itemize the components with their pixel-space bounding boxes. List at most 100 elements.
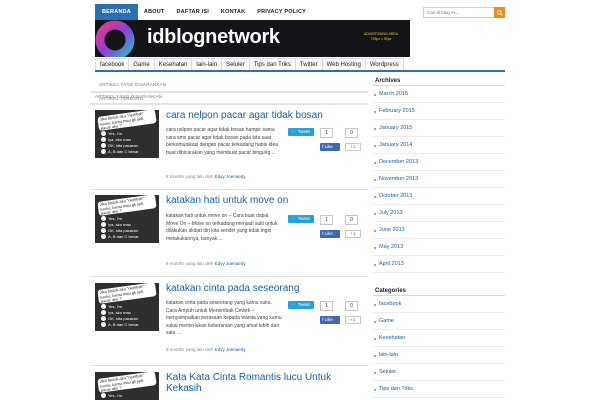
logo-ring-icon [95, 20, 135, 57]
thumb-option: A, B dan C benar [108, 322, 139, 327]
tweet-button[interactable]: 🐦 Tweet [288, 128, 314, 136]
divider [90, 276, 368, 277]
gplus-button[interactable]: +1 [345, 316, 361, 324]
article-meta: 9 months yang lalu oleh Edyy Joenaedy [166, 347, 246, 352]
cat-twitter[interactable]: Twitter [294, 58, 323, 70]
divider [90, 92, 368, 93]
divider [90, 104, 368, 105]
article-meta: 8 months yang lalu oleh Edyy Joenaedy [166, 174, 246, 179]
fb-like-button[interactable]: f Like [320, 316, 340, 324]
twitter-icon: 🐦 [291, 129, 297, 134]
header-banner[interactable]: idblognetwork ADVERTISING AREA 728px x 9… [95, 20, 410, 57]
thumb-bubble: Jika besok aku "nembak" kamu, kamu mau g… [97, 195, 157, 216]
cat-facebook[interactable]: facebook [95, 58, 130, 70]
tweet-count: 1 [320, 215, 333, 225]
article-author[interactable]: Edyy Joenaedy [215, 174, 246, 179]
archive-link[interactable]: March 2015 [373, 86, 505, 103]
fb-count: 0 [345, 128, 358, 138]
search-input[interactable] [424, 8, 494, 17]
article-thumbnail[interactable]: Jika besok aku "nembak" kamu, kamu mau g… [95, 372, 159, 400]
article-title[interactable]: cara nelpon pacar agar tidak bosan [166, 110, 323, 122]
fb-like-button[interactable]: f Like [320, 143, 340, 151]
facebook-icon: f [322, 231, 324, 236]
thumb-option: OK, kita pacaran [108, 228, 138, 233]
archive-link[interactable]: January 2015 [373, 120, 505, 137]
fb-count: 0 [345, 301, 358, 311]
cat-lain-lain[interactable]: lain-lain [191, 58, 223, 70]
archive-link[interactable]: February 2015 [373, 103, 505, 120]
thumb-bubble: Jika besok aku "nembak" kamu, kamu mau g… [97, 110, 157, 131]
cat-seluler[interactable]: Seluler [221, 58, 250, 70]
article-thumbnail[interactable]: Jika besok aku "nembak" kamu, kamu mau g… [95, 195, 159, 243]
archive-link[interactable]: December 2013 [373, 154, 505, 171]
gplus-button[interactable]: +1 [345, 143, 361, 151]
article-author[interactable]: Edyy Joenaedy [215, 347, 246, 352]
article-item: Jika besok aku "nembak" kamu, kamu mau g… [95, 372, 368, 400]
article-title[interactable]: katakan hati untuk move on [166, 195, 288, 207]
cat-tips-dan-triks[interactable]: Tips dan Triks [248, 58, 296, 70]
article-item: Jika besok aku "nembak" kamu, kamu mau g… [95, 110, 368, 190]
category-link[interactable]: lain-lain [373, 347, 505, 364]
section-label-recommended: ARTIKEL YANG DISARANKAN [99, 82, 167, 87]
cat-wordpress[interactable]: Wordpress [364, 58, 404, 70]
ad-line-2: 728px x 90px [370, 37, 392, 41]
article-title[interactable]: katakan cinta pada seseorang [166, 283, 299, 295]
category-link[interactable]: Game [373, 313, 505, 330]
category-link[interactable]: Tips dan Triks [373, 381, 505, 398]
article-item: Jika besok aku "nembak" kamu, kamu mau g… [95, 195, 368, 275]
category-navigation: facebook Game Kesehatan lain-lain Selule… [95, 58, 505, 72]
archive-link[interactable]: October 2013 [373, 188, 505, 205]
category-link[interactable]: facebook [373, 296, 505, 313]
thumb-option: A, B dan C benar [108, 149, 139, 154]
ad-area: ADVERTISING AREA 728px x 90px [364, 32, 398, 42]
nav-about[interactable]: ABOUT [138, 4, 171, 20]
categories-title: Categories [373, 286, 505, 296]
gplus-button[interactable]: +1 [345, 230, 361, 238]
thumb-option: Yes, I'm [108, 393, 122, 398]
sidebar: Archives March 2015 February 2015 Januar… [373, 76, 505, 398]
tweet-button[interactable]: 🐦 Tweet [288, 301, 314, 309]
article-thumbnail[interactable]: Jika besok aku "nembak" kamu, kamu mau g… [95, 283, 159, 331]
thumb-option: Yes, I'm [108, 216, 122, 221]
archive-link[interactable]: June 2013 [373, 222, 505, 239]
category-link[interactable]: Kesehatan [373, 330, 505, 347]
thumb-option: OK, kita pacaran [108, 316, 138, 321]
top-navigation: BERANDA ABOUT DAFTAR ISI KONTAK PRIVACY … [95, 4, 505, 20]
categories-list: facebook Game Kesehatan lain-lain Selule… [373, 296, 505, 398]
archives-list: March 2015 February 2015 January 2015 Ja… [373, 86, 505, 273]
article-excerpt: cara nelpon pacar agar tidak bosan hampi… [166, 127, 279, 156]
nav-daftar-isi[interactable]: DAFTAR ISI [170, 4, 214, 20]
thumb-option: Yes, I'm [108, 304, 122, 309]
thumb-option: Iya, aku mau [108, 222, 131, 227]
search-button[interactable] [494, 7, 505, 18]
tweet-button[interactable]: 🐦 Tweet [288, 215, 314, 223]
article-excerpt: katakan hati untuk move on – Cara buat d… [166, 213, 278, 242]
archives-title: Archives [373, 76, 505, 86]
archive-link[interactable]: May 2013 [373, 239, 505, 256]
article-author[interactable]: Edyy Joenaedy [215, 261, 246, 266]
category-link[interactable]: Seluler [373, 364, 505, 381]
thumb-option: Yes, I'm [108, 131, 122, 136]
thumb-bubble: Jika besok aku "nembak" kamu, kamu mau g… [97, 372, 157, 393]
divider [90, 365, 368, 366]
thumb-bubble: Jika besok aku "nembak" kamu, kamu mau g… [97, 283, 157, 304]
archive-link[interactable]: January 2014 [373, 137, 505, 154]
archive-link[interactable]: April 2013 [373, 256, 505, 273]
article-meta: 9 months yang lalu oleh Edyy Joenaedy [166, 261, 246, 266]
twitter-icon: 🐦 [291, 216, 297, 221]
article-title[interactable]: Kata Kata Cinta Romantis lucu Untuk Keka… [166, 372, 366, 394]
archive-link[interactable]: July 2013 [373, 205, 505, 222]
facebook-icon: f [322, 144, 324, 149]
nav-beranda[interactable]: BERANDA [95, 4, 138, 20]
thumb-option: Iya, aku mau [108, 137, 131, 142]
twitter-icon: 🐦 [291, 302, 297, 307]
cat-kesehatan[interactable]: Kesehatan [153, 58, 193, 70]
cat-web-hosting[interactable]: Web Hosting [321, 58, 366, 70]
archive-link[interactable]: November 2013 [373, 171, 505, 188]
cat-game[interactable]: Game [128, 58, 155, 70]
fb-like-button[interactable]: f Like [320, 230, 340, 238]
nav-privacy-policy[interactable]: PRIVACY POLICY [251, 4, 312, 20]
thumb-option: A, B dan C benar [108, 234, 139, 239]
article-thumbnail[interactable]: Jika besok aku "nembak" kamu, kamu mau g… [95, 110, 159, 158]
nav-kontak[interactable]: KONTAK [215, 4, 251, 20]
